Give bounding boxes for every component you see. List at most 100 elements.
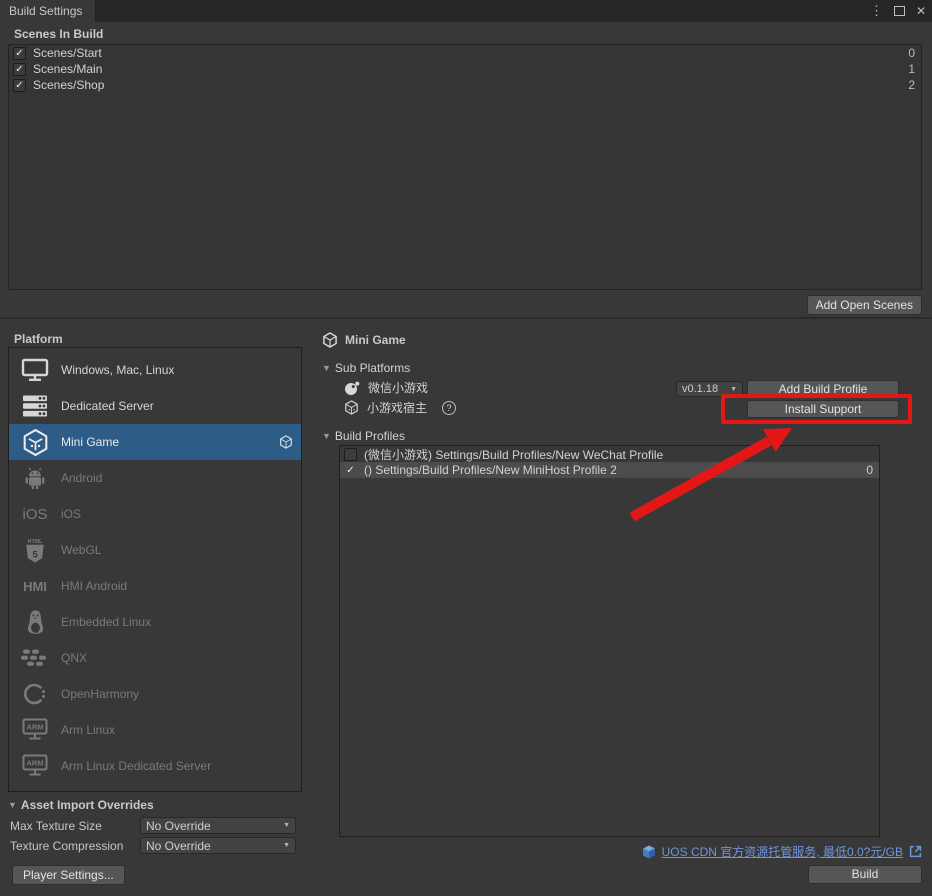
max-texture-size-value: No Override bbox=[146, 819, 211, 833]
platform-item-openharmony[interactable]: OpenHarmony bbox=[9, 676, 301, 712]
profile-label: () Settings/Build Profiles/New MiniHost … bbox=[364, 463, 617, 477]
window-close-icon[interactable]: ✕ bbox=[916, 4, 926, 18]
external-link-icon bbox=[909, 845, 922, 858]
android-icon bbox=[17, 467, 53, 490]
add-open-scenes-button[interactable]: Add Open Scenes bbox=[807, 295, 922, 315]
host-subplatform-label: 小游戏宿主 bbox=[367, 399, 427, 416]
profile-label: (微信小游戏) Settings/Build Profiles/New WeCh… bbox=[364, 446, 663, 463]
scene-checkbox[interactable]: ✓ bbox=[13, 47, 26, 60]
server-icon bbox=[17, 394, 53, 418]
texture-compression-label: Texture Compression bbox=[10, 839, 123, 853]
wechat-subplatform-label: 微信小游戏 bbox=[368, 379, 428, 396]
arm-monitor-icon: ARM bbox=[17, 718, 53, 742]
svg-text:5: 5 bbox=[32, 549, 38, 560]
platform-item-label: HMI Android bbox=[53, 579, 127, 593]
scene-index: 2 bbox=[908, 78, 917, 92]
platform-item-ios[interactable]: iOS iOS bbox=[9, 496, 301, 532]
platform-item-label: WebGL bbox=[53, 543, 101, 557]
profile-checkbox-unchecked[interactable] bbox=[344, 448, 357, 461]
minigame-cube-icon bbox=[17, 429, 53, 456]
platform-item-arm-linux-dedicated-server[interactable]: ARM Arm Linux Dedicated Server bbox=[9, 748, 301, 784]
install-support-button[interactable]: Install Support bbox=[747, 400, 899, 418]
platform-item-label: Arm Linux Dedicated Server bbox=[53, 759, 211, 773]
platform-item-label: OpenHarmony bbox=[53, 687, 139, 701]
foldout-triangle-icon: ▼ bbox=[322, 431, 331, 441]
scene-row[interactable]: ✓ Scenes/Shop 2 bbox=[9, 77, 921, 93]
scene-label: Scenes/Main bbox=[33, 62, 102, 76]
uos-cube-icon bbox=[642, 845, 656, 859]
uos-cdn-link-row[interactable]: UOS CDN 官方资源托管服务, 最低0.0?元/GB bbox=[642, 843, 922, 860]
platform-item-embedded-linux[interactable]: Embedded Linux bbox=[9, 604, 301, 640]
platform-list[interactable]: Windows, Mac, Linux Dedicated Server Min… bbox=[8, 347, 302, 792]
scene-index: 1 bbox=[908, 62, 917, 76]
scenes-list[interactable]: ✓ Scenes/Start 0 ✓ Scenes/Main 1 ✓ Scene… bbox=[8, 44, 922, 290]
platform-item-label: Windows, Mac, Linux bbox=[53, 363, 174, 377]
platform-item-webgl[interactable]: HTML 5 WebGL bbox=[9, 532, 301, 568]
ios-icon: iOS bbox=[17, 504, 53, 524]
hmi-icon: HMI bbox=[17, 577, 53, 595]
scene-checkbox[interactable]: ✓ bbox=[13, 63, 26, 76]
chevron-down-icon: ▼ bbox=[277, 842, 290, 849]
build-profiles-list[interactable]: (微信小游戏) Settings/Build Profiles/New WeCh… bbox=[339, 445, 880, 837]
window-title: Build Settings bbox=[9, 4, 82, 18]
subplatform-row-wechat[interactable]: 微信小游戏 bbox=[344, 379, 428, 396]
platform-item-label: Android bbox=[53, 471, 102, 485]
platform-item-label: Arm Linux bbox=[53, 723, 115, 737]
wechat-minigame-icon bbox=[344, 380, 360, 396]
chevron-down-icon: ▼ bbox=[277, 822, 290, 829]
svg-text:ARM: ARM bbox=[26, 759, 43, 768]
scene-row[interactable]: ✓ Scenes/Main 1 bbox=[9, 61, 921, 77]
window-menu-icon[interactable]: ⋮ bbox=[870, 3, 883, 19]
qnx-icon bbox=[17, 649, 53, 667]
mini-game-status-cube-icon bbox=[279, 435, 293, 449]
section-divider bbox=[0, 317, 932, 319]
build-profile-row[interactable]: ✓ () Settings/Build Profiles/New MiniHos… bbox=[340, 462, 879, 478]
title-bar: Build Settings ⋮ ✕ bbox=[0, 0, 932, 22]
wechat-version-dropdown[interactable]: v0.1.18 ▼ bbox=[676, 381, 743, 397]
platform-item-dedicated-server[interactable]: Dedicated Server bbox=[9, 388, 301, 424]
platform-item-windows-mac-linux[interactable]: Windows, Mac, Linux bbox=[9, 352, 301, 388]
platform-item-label: Mini Game bbox=[53, 435, 119, 449]
build-profiles-foldout[interactable]: ▼ Build Profiles bbox=[322, 429, 405, 443]
svg-text:HMI: HMI bbox=[23, 579, 47, 594]
monitor-icon bbox=[17, 358, 53, 382]
help-icon[interactable]: ? bbox=[442, 401, 456, 415]
chevron-down-icon: ▼ bbox=[724, 386, 737, 393]
platform-item-label: Embedded Linux bbox=[53, 615, 151, 629]
asset-import-overrides-header: Asset Import Overrides bbox=[21, 798, 154, 812]
scene-checkbox[interactable]: ✓ bbox=[13, 79, 26, 92]
foldout-triangle-icon: ▼ bbox=[322, 363, 331, 373]
svg-text:ARM: ARM bbox=[26, 723, 43, 732]
profile-index: 0 bbox=[866, 463, 875, 477]
window-tab[interactable]: Build Settings bbox=[0, 0, 96, 22]
build-profile-row[interactable]: (微信小游戏) Settings/Build Profiles/New WeCh… bbox=[340, 446, 879, 462]
max-texture-size-dropdown[interactable]: No Override ▼ bbox=[140, 817, 296, 834]
build-settings-window: Build Settings ⋮ ✕ Scenes In Build ✓ Sce… bbox=[0, 0, 932, 896]
subplatform-row-minihost[interactable]: 小游戏宿主 ? bbox=[344, 399, 456, 416]
scene-row[interactable]: ✓ Scenes/Start 0 bbox=[9, 45, 921, 61]
platform-item-qnx[interactable]: QNX bbox=[9, 640, 301, 676]
svg-text:HTML: HTML bbox=[28, 538, 43, 544]
sub-platforms-foldout[interactable]: ▼ Sub Platforms bbox=[322, 361, 410, 375]
window-maximize-icon[interactable] bbox=[894, 6, 905, 16]
platform-header: Platform bbox=[14, 332, 63, 346]
player-settings-button[interactable]: Player Settings... bbox=[12, 865, 125, 885]
sub-platforms-header: Sub Platforms bbox=[335, 361, 410, 375]
uos-cdn-link[interactable]: UOS CDN 官方资源托管服务, 最低0.0?元/GB bbox=[662, 843, 903, 860]
minigame-header-label: Mini Game bbox=[345, 333, 406, 347]
add-build-profile-button[interactable]: Add Build Profile bbox=[747, 380, 899, 398]
texture-compression-dropdown[interactable]: No Override ▼ bbox=[140, 837, 296, 854]
platform-item-android[interactable]: Android bbox=[9, 460, 301, 496]
wechat-version-value: v0.1.18 bbox=[682, 383, 718, 395]
svg-text:iOS: iOS bbox=[22, 506, 47, 523]
host-cube-icon bbox=[344, 400, 359, 415]
build-button[interactable]: Build bbox=[808, 865, 922, 884]
asset-import-overrides-foldout[interactable]: ▼ Asset Import Overrides bbox=[8, 798, 154, 812]
build-profiles-header: Build Profiles bbox=[335, 429, 405, 443]
platform-item-mini-game[interactable]: Mini Game bbox=[9, 424, 301, 460]
platform-item-hmi-android[interactable]: HMI HMI Android bbox=[9, 568, 301, 604]
profile-checkbox-checked[interactable]: ✓ bbox=[344, 464, 357, 477]
platform-item-arm-linux[interactable]: ARM Arm Linux bbox=[9, 712, 301, 748]
platform-item-label: iOS bbox=[53, 507, 81, 521]
foldout-triangle-icon: ▼ bbox=[8, 800, 17, 810]
